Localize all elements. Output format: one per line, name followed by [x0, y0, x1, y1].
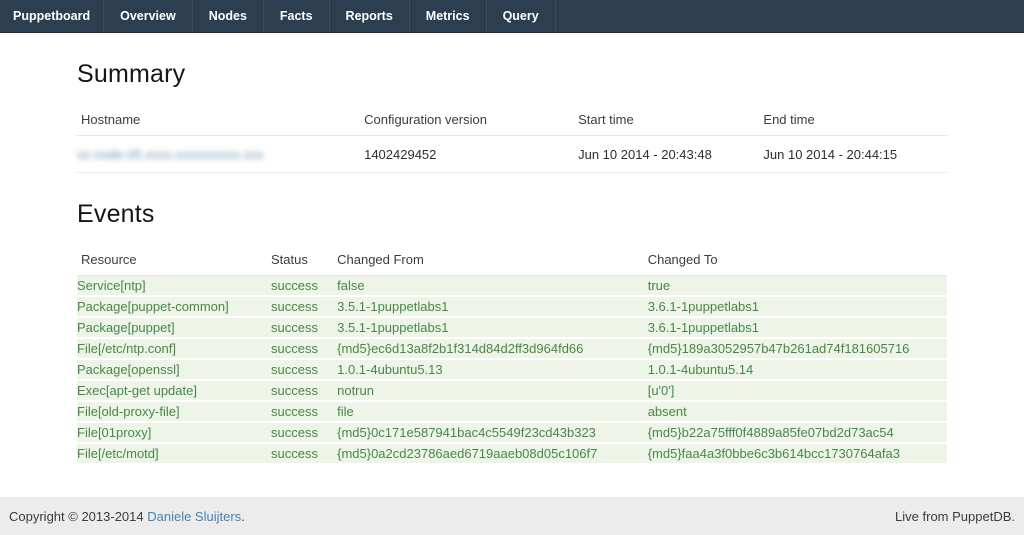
footer-copyright: Copyright © 2013-2014 Daniele Sluijters.	[9, 509, 245, 524]
event-changed-from: false	[337, 276, 648, 297]
nav-item-nodes[interactable]: Nodes	[192, 0, 263, 32]
event-resource-link[interactable]: Service[ntp]	[77, 278, 146, 293]
main-content: Summary Hostname Configuration version S…	[77, 33, 947, 497]
event-row: Service[ntp] success false true	[77, 276, 947, 297]
event-changed-from: 3.5.1-1puppetlabs1	[337, 317, 648, 338]
event-changed-to: 1.0.1-4ubuntu5.14	[648, 359, 947, 380]
copyright-period: .	[241, 509, 245, 524]
event-changed-to: true	[648, 276, 947, 297]
summary-col-end-time: End time	[763, 103, 947, 136]
event-status: success	[271, 422, 337, 443]
navbar: Puppetboard Overview Nodes Facts Reports…	[0, 0, 1024, 33]
summary-col-config-version: Configuration version	[364, 103, 578, 136]
event-changed-from: {md5}0c171e587941bac4c5549f23cd43b323	[337, 422, 648, 443]
event-resource-link[interactable]: File[old-proxy-file]	[77, 404, 180, 419]
events-col-changed-to: Changed To	[648, 243, 947, 276]
event-changed-to: [u'0']	[648, 380, 947, 401]
summary-header-row: Hostname Configuration version Start tim…	[77, 103, 947, 136]
events-col-changed-from: Changed From	[337, 243, 648, 276]
event-changed-from: {md5}0a2cd23786aed6719aaeb08d05c106f7	[337, 443, 648, 463]
copyright-text: Copyright © 2013-2014	[9, 509, 147, 524]
event-changed-to: absent	[648, 401, 947, 422]
hostname-link-redacted[interactable]: xx-node-05.xxxx.xxxxxxxxxx.xxx	[77, 147, 263, 162]
summary-row: xx-node-05.xxxx.xxxxxxxxxx.xxx 140242945…	[77, 136, 947, 173]
events-header-row: Resource Status Changed From Changed To	[77, 243, 947, 276]
event-changed-to: 3.6.1-1puppetlabs1	[648, 317, 947, 338]
events-table: Resource Status Changed From Changed To …	[77, 243, 947, 463]
nav-item-query[interactable]: Query	[486, 0, 556, 32]
event-row: Package[puppet] success 3.5.1-1puppetlab…	[77, 317, 947, 338]
summary-table: Hostname Configuration version Start tim…	[77, 103, 947, 173]
event-status: success	[271, 317, 337, 338]
event-row: File[/etc/motd] success {md5}0a2cd23786a…	[77, 443, 947, 463]
event-resource-link[interactable]: File[/etc/motd]	[77, 446, 159, 461]
event-resource-link[interactable]: Package[puppet-common]	[77, 299, 229, 314]
event-changed-from: file	[337, 401, 648, 422]
event-changed-to: 3.6.1-1puppetlabs1	[648, 296, 947, 317]
summary-col-start-time: Start time	[578, 103, 763, 136]
event-row: Exec[apt-get update] success notrun [u'0…	[77, 380, 947, 401]
start-time-value: Jun 10 2014 - 20:43:48	[578, 136, 763, 173]
configuration-version-value: 1402429452	[364, 136, 578, 173]
navbar-brand[interactable]: Puppetboard	[0, 0, 103, 32]
event-status: success	[271, 401, 337, 422]
footer-status: Live from PuppetDB.	[895, 509, 1015, 524]
event-row: File[01proxy] success {md5}0c171e587941b…	[77, 422, 947, 443]
event-status: success	[271, 296, 337, 317]
event-status: success	[271, 380, 337, 401]
event-row: File[/etc/ntp.conf] success {md5}ec6d13a…	[77, 338, 947, 359]
event-changed-to: {md5}b22a75fff0f4889a85fe07bd2d73ac54	[648, 422, 947, 443]
event-resource-link[interactable]: Exec[apt-get update]	[77, 383, 197, 398]
summary-col-hostname: Hostname	[77, 103, 364, 136]
event-changed-from: notrun	[337, 380, 648, 401]
event-changed-from: 3.5.1-1puppetlabs1	[337, 296, 648, 317]
event-changed-to: {md5}189a3052957b47b261ad74f181605716	[648, 338, 947, 359]
event-resource-link[interactable]: Package[openssl]	[77, 362, 180, 377]
events-heading: Events	[77, 200, 947, 229]
summary-heading: Summary	[77, 60, 947, 89]
event-changed-from: {md5}ec6d13a8f2b1f314d84d2ff3d964fd66	[337, 338, 648, 359]
event-row: Package[puppet-common] success 3.5.1-1pu…	[77, 296, 947, 317]
event-row: Package[openssl] success 1.0.1-4ubuntu5.…	[77, 359, 947, 380]
author-link[interactable]: Daniele Sluijters	[147, 509, 241, 524]
nav-item-reports[interactable]: Reports	[329, 0, 409, 32]
event-status: success	[271, 443, 337, 463]
event-row: File[old-proxy-file] success file absent	[77, 401, 947, 422]
event-status: success	[271, 276, 337, 297]
event-status: success	[271, 338, 337, 359]
event-changed-from: 1.0.1-4ubuntu5.13	[337, 359, 648, 380]
footer: Copyright © 2013-2014 Daniele Sluijters.…	[0, 497, 1024, 535]
event-changed-to: {md5}faa4a3f0bbe6c3b614bcc1730764afa3	[648, 443, 947, 463]
events-col-resource: Resource	[77, 243, 271, 276]
nav-item-facts[interactable]: Facts	[263, 0, 329, 32]
event-resource-link[interactable]: Package[puppet]	[77, 320, 175, 335]
event-resource-link[interactable]: File[01proxy]	[77, 425, 151, 440]
event-status: success	[271, 359, 337, 380]
events-col-status: Status	[271, 243, 337, 276]
event-resource-link[interactable]: File[/etc/ntp.conf]	[77, 341, 176, 356]
nav-item-overview[interactable]: Overview	[103, 0, 192, 32]
end-time-value: Jun 10 2014 - 20:44:15	[763, 136, 947, 173]
nav-item-metrics[interactable]: Metrics	[409, 0, 486, 32]
